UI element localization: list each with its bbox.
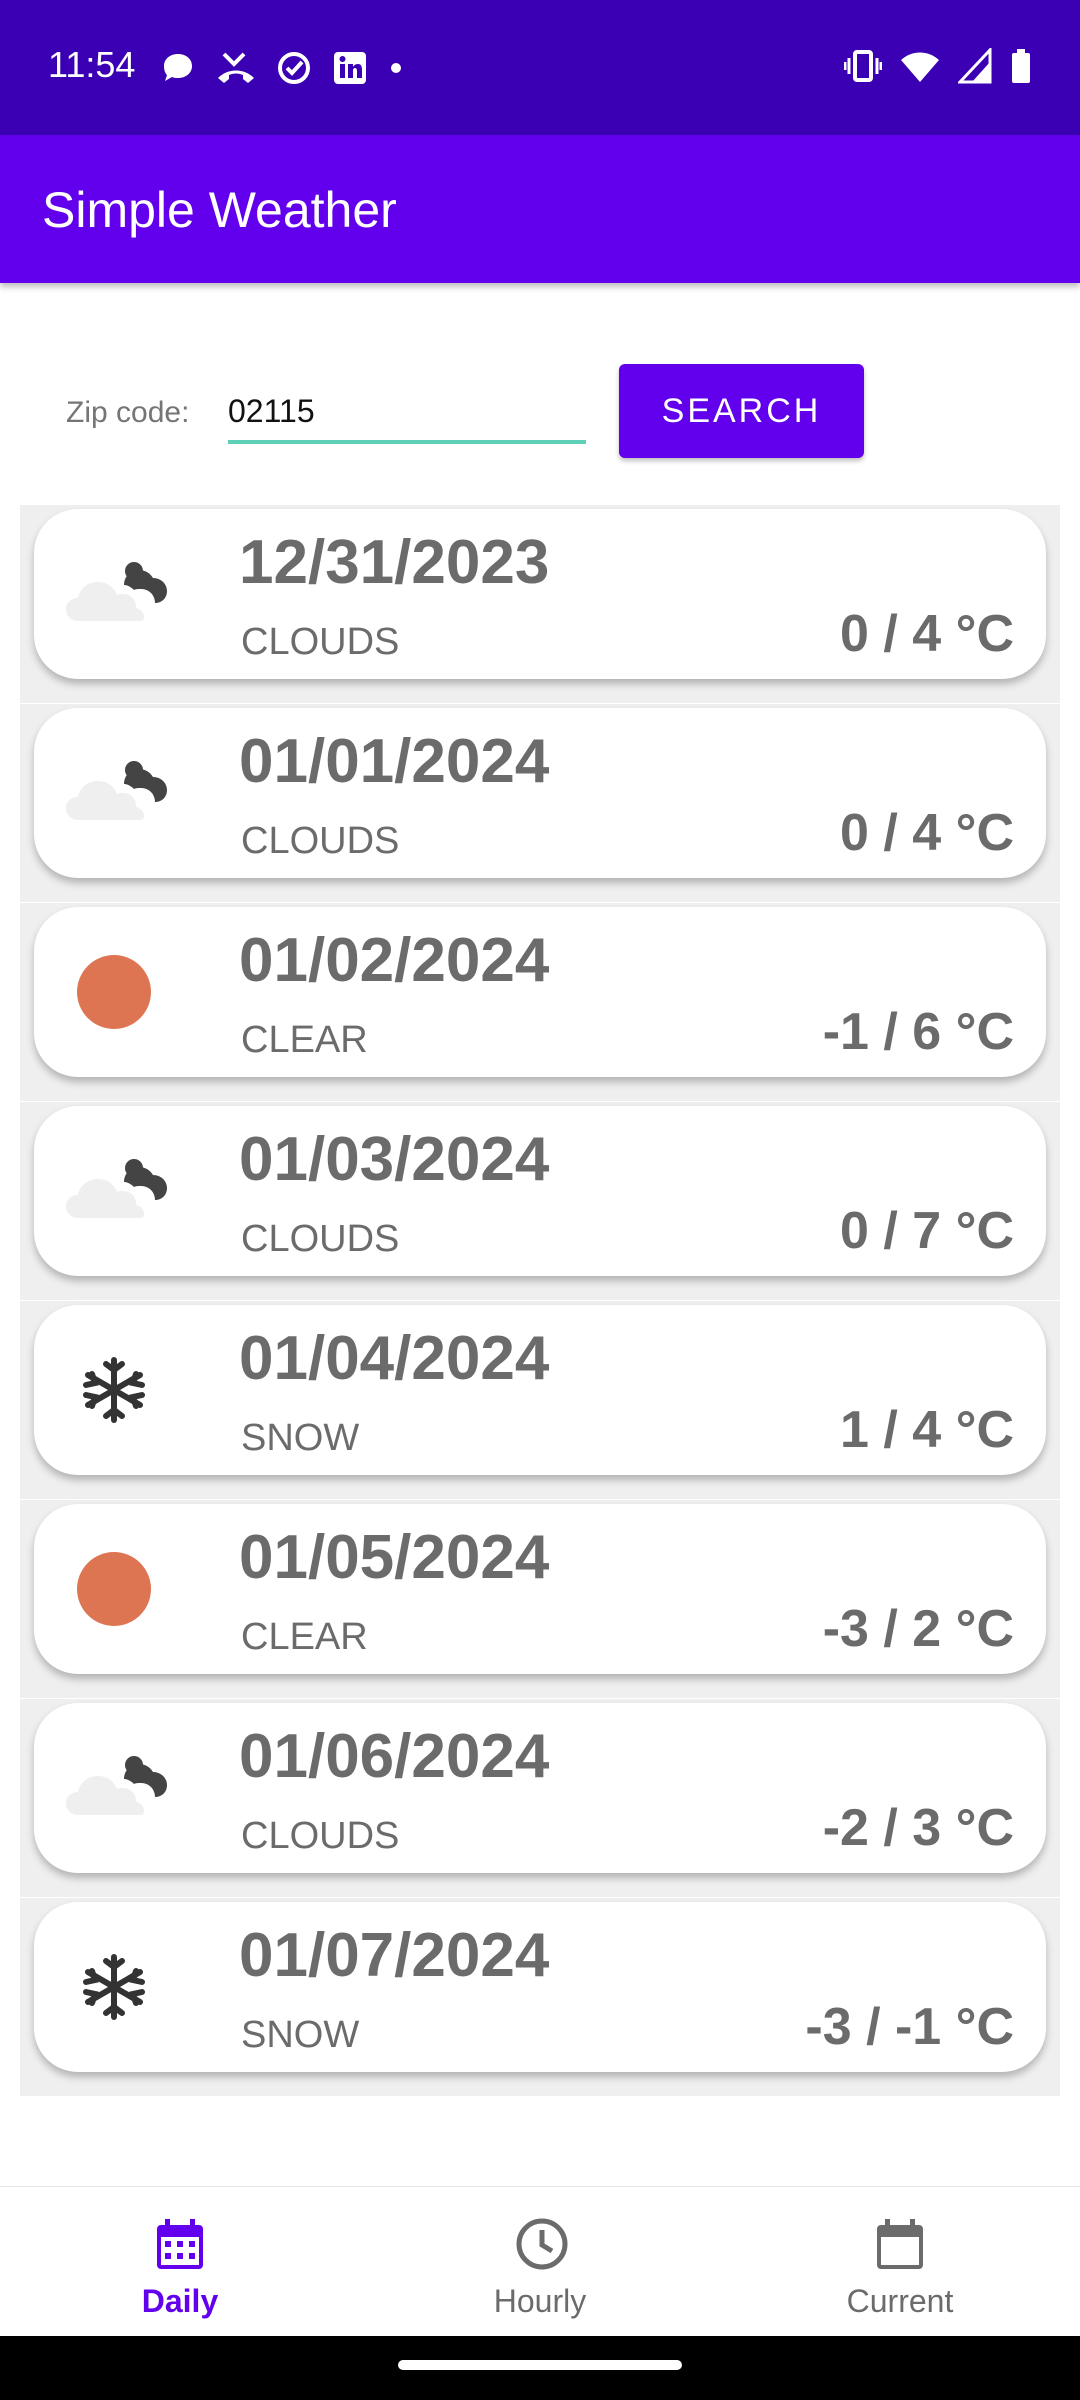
nav-hourly[interactable]: Hourly [360,2187,720,2337]
clouds-icon [66,1756,167,1816]
check-circle-icon [278,52,310,84]
weather-icon-container [64,1942,174,2032]
clouds-icon [66,562,167,622]
forecast-row: 01/03/2024 CLOUDS 0 / 7 °C [20,1102,1060,1300]
sun-icon [77,1552,151,1626]
forecast-temperature: -3 / -1 °C [805,1998,1014,2056]
forecast-condition: CLEAR [241,1616,368,1658]
nav-daily[interactable]: Daily [0,2187,360,2337]
forecast-row: 01/01/2024 CLOUDS 0 / 4 °C [20,704,1060,902]
battery-icon [1012,49,1030,83]
clouds-icon [66,761,167,821]
forecast-card[interactable]: 01/03/2024 CLOUDS 0 / 7 °C [34,1106,1046,1276]
weather-icon-container [64,1146,174,1236]
forecast-date: 01/04/2024 [239,1324,550,1393]
forecast-condition: CLOUDS [241,820,400,862]
forecast-date: 12/31/2023 [239,528,550,597]
forecast-card[interactable]: 01/05/2024 CLEAR -3 / 2 °C [34,1504,1046,1674]
forecast-card[interactable]: 01/07/2024 SNOW -3 / -1 °C [34,1902,1046,2072]
forecast-date: 01/03/2024 [239,1125,550,1194]
forecast-temperature: 0 / 4 °C [840,804,1014,862]
forecast-temperature: 0 / 7 °C [840,1202,1014,1260]
forecast-card[interactable]: 01/01/2024 CLOUDS 0 / 4 °C [34,708,1046,878]
forecast-temperature: 0 / 4 °C [840,605,1014,663]
zip-code-label: Zip code: [66,396,190,429]
weather-icon-container [64,549,174,639]
sun-icon [77,955,151,1029]
status-bar: 11:54 [0,0,1080,135]
calendar-grid-icon [157,2219,203,2269]
dot-icon [391,63,401,73]
snowflake-icon [83,1357,145,1423]
search-button[interactable]: SEARCH [619,364,864,458]
app-bar: Simple Weather [0,135,1080,283]
snowflake-icon [83,1954,145,2020]
forecast-temperature: -3 / 2 °C [822,1600,1014,1658]
bottom-navigation: Daily Hourly Current [0,2186,1080,2337]
signal-icon [958,48,992,84]
clock-icon [516,2218,568,2270]
weather-icon-container [64,947,174,1037]
system-icons [844,46,1032,86]
notification-icons [160,48,404,88]
weather-icon-container [64,1544,174,1634]
weather-icon-container [64,1743,174,1833]
forecast-temperature: -1 / 6 °C [822,1003,1014,1061]
zip-code-input[interactable] [228,382,586,444]
nav-daily-label: Daily [141,2283,219,2319]
gesture-bar [0,2336,1080,2400]
forecast-temperature: -2 / 3 °C [822,1799,1014,1857]
status-time: 11:54 [48,44,136,85]
forecast-temperature: 1 / 4 °C [840,1401,1014,1459]
weather-icon-container [64,748,174,838]
forecast-condition: CLOUDS [241,621,400,663]
forecast-row: 01/04/2024 SNOW 1 / 4 °C [20,1301,1060,1499]
nav-current[interactable]: Current [720,2187,1080,2337]
forecast-row: 12/31/2023 CLOUDS 0 / 4 °C [20,505,1060,703]
calendar-icon [877,2219,923,2269]
clouds-icon [66,1159,167,1219]
forecast-date: 01/05/2024 [239,1523,550,1592]
weather-icon-container [64,1345,174,1435]
forecast-card[interactable]: 12/31/2023 CLOUDS 0 / 4 °C [34,509,1046,679]
forecast-condition: CLOUDS [241,1218,400,1260]
forecast-date: 01/02/2024 [239,926,550,995]
forecast-row: 01/05/2024 CLEAR -3 / 2 °C [20,1500,1060,1698]
forecast-condition: CLOUDS [241,1815,400,1857]
forecast-card[interactable]: 01/04/2024 SNOW 1 / 4 °C [34,1305,1046,1475]
wifi-icon [901,52,939,82]
forecast-condition: SNOW [241,2014,360,2056]
app-title: Simple Weather [42,182,397,238]
forecast-date: 01/06/2024 [239,1722,550,1791]
forecast-condition: SNOW [241,1417,360,1459]
vibrate-icon [844,50,882,82]
linkedin-icon [334,52,366,84]
forecast-date: 01/01/2024 [239,727,550,796]
missed-call-icon [218,52,254,83]
forecast-card[interactable]: 01/02/2024 CLEAR -1 / 6 °C [34,907,1046,1077]
forecast-row: 01/02/2024 CLEAR -1 / 6 °C [20,903,1060,1101]
chat-bubble-icon [164,54,192,81]
forecast-row: 01/07/2024 SNOW -3 / -1 °C [20,1898,1060,2096]
nav-hourly-label: Hourly [493,2283,587,2319]
forecast-row: 01/06/2024 CLOUDS -2 / 3 °C [20,1699,1060,1897]
forecast-date: 01/07/2024 [239,1921,550,1990]
nav-current-label: Current [846,2283,954,2319]
forecast-card[interactable]: 01/06/2024 CLOUDS -2 / 3 °C [34,1703,1046,1873]
home-gesture-handle[interactable] [398,2360,682,2370]
forecast-condition: CLEAR [241,1019,368,1061]
search-row: Zip code: SEARCH [0,360,1080,470]
